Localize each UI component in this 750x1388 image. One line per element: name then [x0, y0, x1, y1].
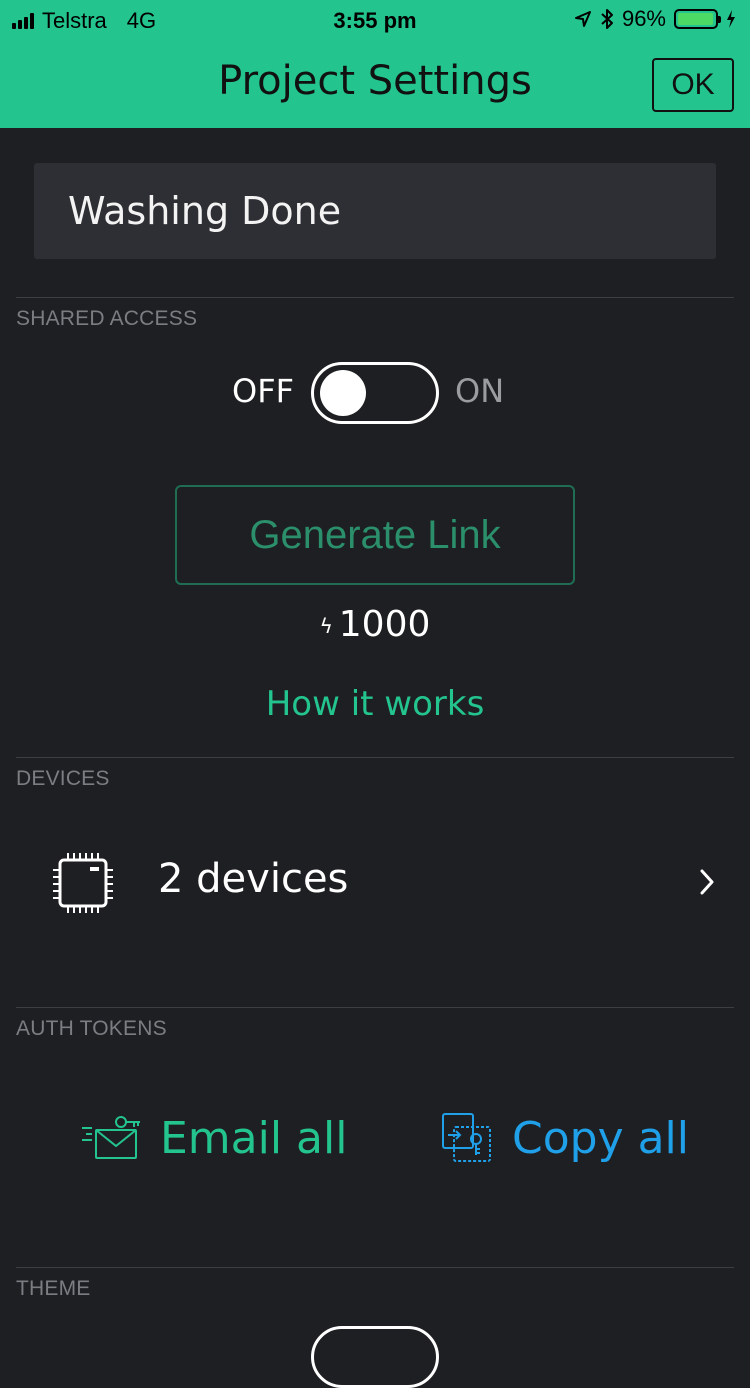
divider: [16, 757, 734, 758]
section-label-shared-access: SHARED ACCESS: [16, 307, 198, 330]
copy-all-label: Copy all: [512, 1112, 690, 1164]
battery-fill: [678, 13, 713, 25]
toggle-on-label: ON: [455, 372, 505, 410]
bluetooth-icon: [601, 9, 613, 29]
divider: [16, 1267, 734, 1268]
ok-button[interactable]: OK: [652, 58, 734, 112]
divider: [16, 297, 734, 298]
project-name-field[interactable]: Washing Done: [34, 163, 716, 259]
chip-icon: [53, 853, 113, 913]
chevron-right-icon: [700, 869, 714, 895]
nav-bar: Project Settings OK: [0, 40, 750, 128]
generate-link-button[interactable]: Generate Link: [175, 485, 575, 585]
switch-knob: [320, 370, 366, 416]
charging-bolt-icon: [727, 10, 735, 28]
shared-access-toggle-row: OFF ON: [0, 362, 750, 424]
shared-access-switch[interactable]: [311, 362, 439, 424]
energy-cost: ϟ 1000: [0, 604, 750, 645]
how-it-works-link[interactable]: How it works: [0, 684, 750, 724]
location-arrow-icon: [574, 11, 591, 27]
devices-row[interactable]: 2 devices: [0, 820, 750, 942]
battery-percent: 96%: [621, 6, 666, 31]
email-all-label: Email all: [160, 1112, 348, 1164]
status-right: 96%: [574, 6, 736, 32]
status-bar: Telstra 4G 3:55 pm 96%: [0, 0, 750, 40]
page-title: Project Settings: [218, 58, 532, 104]
devices-summary: 2 devices: [158, 856, 349, 902]
divider: [16, 1007, 734, 1008]
email-all-button[interactable]: Email all: [80, 1108, 347, 1168]
toggle-off-label: OFF: [232, 372, 294, 410]
section-label-theme: THEME: [16, 1277, 91, 1300]
copy-all-button[interactable]: Copy all: [440, 1108, 689, 1168]
section-label-devices: DEVICES: [16, 767, 110, 790]
section-label-auth-tokens: AUTH TOKENS: [16, 1017, 167, 1040]
copy-key-icon: [442, 1113, 491, 1162]
energy-cost-value: 1000: [338, 604, 431, 645]
theme-switch[interactable]: [311, 1326, 439, 1388]
battery-icon: [674, 9, 721, 29]
energy-bolt-icon: ϟ: [319, 614, 333, 638]
email-key-icon: [82, 1116, 140, 1159]
